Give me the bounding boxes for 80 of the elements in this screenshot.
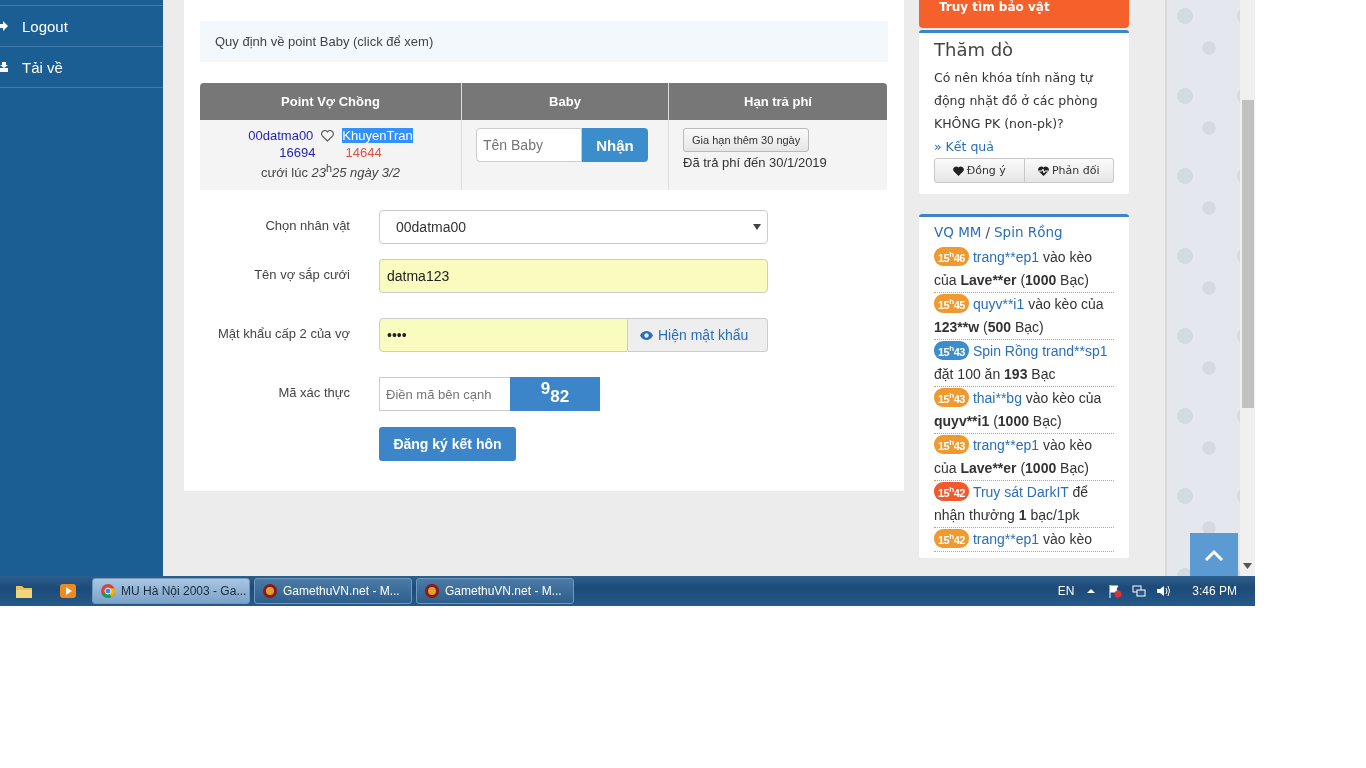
feed-entry: 15$^{h}$45 quyv**i1 vào kèo của 123**w (500 Bạc) <box>934 293 1105 337</box>
husband-points: 16694 <box>279 145 316 160</box>
caret-icon[interactable] <box>1243 563 1252 569</box>
browser-icon <box>101 584 115 598</box>
heart-icon <box>321 129 335 142</box>
password-field[interactable]: •••• <box>379 318 628 352</box>
baby-name-field[interactable]: Tên Baby <box>476 128 582 162</box>
wife-name-field[interactable]: datma123 <box>379 259 768 293</box>
clock[interactable]: 3:46 PM <box>1192 584 1237 598</box>
download-icon <box>0 62 8 72</box>
player-link[interactable]: trang**ep1 <box>972 249 1040 265</box>
result-link[interactable]: » Kết quả <box>934 139 994 154</box>
wife-points: 14644 <box>345 145 382 160</box>
time-badge: 15$^{h}$43 <box>934 341 969 360</box>
feed-tab-link[interactable]: Spin Rồng <box>994 224 1063 240</box>
feed-tab-link[interactable]: VQ MM <box>934 224 982 240</box>
volume-icon[interactable] <box>1156 584 1171 598</box>
network-icon[interactable] <box>1132 584 1147 598</box>
paid-until-text: Đã trả phí đến 30/1/2019 <box>683 155 828 170</box>
notice-bar[interactable]: Quy định về point Baby (click để xem) <box>200 21 888 62</box>
player-link[interactable]: quyv**i1 <box>972 296 1025 312</box>
field-label: Chọn nhân vật <box>264 217 350 233</box>
show-password-button[interactable]: Hiện mật khẩu <box>628 318 768 352</box>
game-logo-icon <box>263 584 277 598</box>
player-link[interactable]: Spin Rồng trand**sp1 <box>972 343 1108 359</box>
feed-entry: 15$^{h}$46 trang**ep1 vào kèo của Lave**er (1000 Bạc) <box>934 246 1093 290</box>
wife-name[interactable]: KhuyenTran <box>342 128 413 143</box>
time-badge: 15$^{h}$42 <box>934 529 969 548</box>
arrow-icon <box>0 21 8 31</box>
column-header: Hạn trả phí <box>668 83 887 120</box>
feed-entry: 15$^{h}$43 trang**ep1 vào kèo của Lave**er (1000 Bạc) <box>934 434 1093 478</box>
heartbeat-icon <box>1037 165 1049 176</box>
flag-icon[interactable] <box>1108 584 1123 598</box>
time-badge: 15$^{h}$45 <box>934 294 969 313</box>
feed-entry: 15$^{h}$42 trang**ep1 vào kèo <box>934 528 1114 551</box>
eye-icon <box>640 330 653 340</box>
captcha-digits: 9 <box>540 379 551 398</box>
taskbar-window-button[interactable]: GamethuVN.net - M... <box>416 578 574 604</box>
time-badge: 15$^{h}$43 <box>934 388 969 407</box>
character-select[interactable]: 00datma00 <box>379 210 768 244</box>
language-indicator[interactable]: EN <box>1057 584 1075 598</box>
husband-name[interactable]: 00datma00 <box>248 128 314 143</box>
heart-icon <box>952 165 964 176</box>
captcha-digits: 82 <box>550 387 570 408</box>
field-label: Tên vợ sắp cưới <box>253 266 350 282</box>
time-badge: 15$^{h}$43 <box>934 435 969 454</box>
player-link[interactable]: thai**bg <box>972 390 1022 406</box>
field-label: Mật khẩu cấp 2 của vợ <box>216 325 350 341</box>
sidebar-item[interactable]: Tải về <box>0 46 163 88</box>
title-separator: / <box>985 224 990 240</box>
banner-button[interactable]: Truy tìm bảo vật <box>919 0 1129 28</box>
poll-question: Có nên khóa tính năng tự động nhặt đồ ở các phòng KHÔNG PK (non-pk)? » Kết quả <box>934 69 1099 156</box>
agree-button[interactable]: Đồng ý <box>934 158 1025 183</box>
folder-icon <box>15 583 33 599</box>
player-link[interactable]: trang**ep1 <box>972 531 1040 547</box>
taskbar-window-button[interactable]: MU Hà Nội 2003 - Ga... <box>92 578 250 604</box>
play-icon <box>59 583 77 599</box>
field-label: Mã xác thực <box>277 384 350 400</box>
caret-icon <box>753 224 761 230</box>
scrollbar[interactable] <box>1240 0 1255 576</box>
game-logo-icon <box>425 584 439 598</box>
scroll-top-button[interactable] <box>1190 533 1238 576</box>
feed-entry: 15$^{h}$43 thai**bg vào kèo của quyv**i1 (1000 Bạc) <box>934 387 1103 431</box>
receive-button[interactable]: Nhận <box>582 128 648 162</box>
column-header: Point Vợ Chồng <box>200 83 462 120</box>
extend-button[interactable]: Gia hạn thêm 30 ngày <box>683 128 810 152</box>
poll-title: Thăm dò <box>934 39 1015 60</box>
register-button[interactable]: Đăng ký kết hôn <box>379 427 516 461</box>
time-badge: 15$^{h}$42 <box>934 482 969 501</box>
captcha-field[interactable]: Điền mã bên cạnh <box>379 377 510 411</box>
scroll-thumb[interactable] <box>1242 100 1254 408</box>
player-link[interactable]: trang**ep1 <box>972 437 1040 453</box>
wedding-time: cưới lúc 23$^{h}$25 ngày 3/2 <box>260 162 401 181</box>
chevron-up-icon <box>1204 548 1224 561</box>
column-header: Baby <box>461 83 669 120</box>
time-badge: 15$^{h}$46 <box>934 247 969 266</box>
player-link[interactable]: Truy sát DarkIT <box>972 484 1069 500</box>
disagree-button[interactable]: Phản đối <box>1024 158 1114 183</box>
taskbar-window-button[interactable]: GamethuVN.net - M... <box>254 578 412 604</box>
notice-text[interactable]: Quy định về point Baby (click để xem) <box>215 34 434 49</box>
